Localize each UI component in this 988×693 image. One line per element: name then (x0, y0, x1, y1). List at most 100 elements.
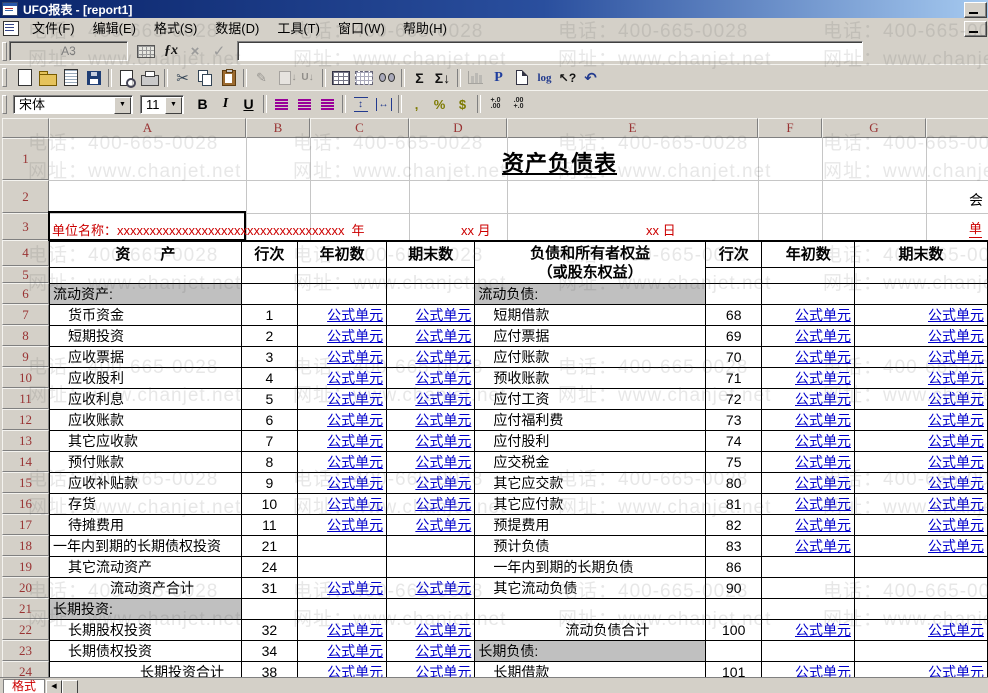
liability-item-cell[interactable]: 一年内到期的长期负债 (474, 556, 706, 578)
minimize-button[interactable] (964, 2, 987, 18)
context-help-icon[interactable]: ↖? (556, 67, 579, 88)
asset-item-cell[interactable]: 一年内到期的长期债权投资 (49, 535, 242, 557)
menu-item-format[interactable]: 格式(S) (145, 16, 206, 40)
header-empty-cell[interactable] (704, 267, 763, 284)
asset-end-cell[interactable]: 公式单元 (386, 640, 476, 662)
asset-begin-cell[interactable]: 公式单元 (297, 367, 388, 389)
asset-line-cell[interactable]: 32 (240, 619, 299, 641)
asset-end-cell[interactable] (386, 283, 476, 305)
liability-item-cell[interactable]: 应付票据 (474, 325, 706, 347)
paste-icon[interactable] (217, 67, 240, 88)
asset-end-cell[interactable]: 公式单元 (386, 367, 476, 389)
liability-line-cell[interactable]: 81 (704, 493, 763, 515)
row-header-19[interactable]: 19 (2, 556, 49, 577)
find-icon[interactable] (375, 67, 398, 88)
asset-item-cell[interactable]: 其它应收款 (49, 430, 242, 452)
row-header-2[interactable]: 2 (2, 180, 49, 213)
asset-line-cell[interactable]: 5 (240, 388, 299, 410)
liability-begin-cell[interactable] (761, 556, 855, 578)
asset-line-cell[interactable]: 8 (240, 451, 299, 473)
asset-end-cell[interactable]: 公式单元 (386, 493, 476, 515)
liability-line-cell[interactable] (704, 598, 763, 620)
asset-end-cell[interactable] (386, 598, 476, 620)
fit-width-icon[interactable]: ↔ (372, 94, 395, 115)
toolbar-grip[interactable] (2, 42, 7, 61)
chart-icon[interactable] (464, 67, 487, 88)
asset-line-cell[interactable]: 9 (240, 472, 299, 494)
row-header-18[interactable]: 18 (2, 535, 49, 556)
liability-item-cell[interactable]: 其它应付款 (474, 493, 706, 515)
liability-line-cell[interactable] (704, 640, 763, 662)
liability-line-cell[interactable]: 74 (704, 430, 763, 452)
row-header-21[interactable]: 21 (2, 598, 49, 619)
menu-item-help[interactable]: 帮助(H) (394, 16, 456, 40)
asset-end-cell[interactable]: 公式单元 (386, 430, 476, 452)
header-asset-cell[interactable]: 资 产 (49, 240, 242, 268)
row-header-13[interactable]: 13 (2, 430, 49, 451)
column-header-E[interactable]: E (507, 118, 758, 138)
liability-end-cell[interactable]: 公式单元 (854, 409, 988, 431)
liability-begin-cell[interactable]: 公式单元 (761, 493, 855, 515)
liability-item-cell[interactable]: 短期借款 (474, 304, 706, 326)
asset-begin-cell[interactable] (297, 556, 388, 578)
insert-table-icon[interactable] (329, 67, 352, 88)
row-header-17[interactable]: 17 (2, 514, 49, 535)
document-icon[interactable] (59, 67, 82, 88)
asset-end-cell[interactable]: 公式单元 (386, 304, 476, 326)
function-wizard-icon[interactable]: ƒx (161, 42, 181, 60)
asset-end-cell[interactable]: 公式单元 (386, 451, 476, 473)
liability-line-cell[interactable]: 68 (704, 304, 763, 326)
liability-end-cell[interactable] (854, 598, 988, 620)
asset-end-cell[interactable]: 公式单元 (386, 409, 476, 431)
chevron-down-icon[interactable]: ▼ (114, 96, 131, 114)
asset-line-cell[interactable]: 21 (240, 535, 299, 557)
row-header-23[interactable]: 23 (2, 640, 49, 661)
asset-item-cell[interactable]: 应收补贴款 (49, 472, 242, 494)
asset-begin-cell[interactable]: 公式单元 (297, 577, 388, 599)
header-empty-cell[interactable] (297, 267, 388, 284)
liability-item-cell[interactable]: 预计负债 (474, 535, 706, 557)
row-header-1[interactable]: 1 (2, 138, 49, 180)
liability-begin-cell[interactable]: 公式单元 (761, 472, 855, 494)
liability-item-cell[interactable]: 长期负债: (474, 640, 706, 662)
split-table-icon[interactable] (352, 67, 375, 88)
header-begin-cell[interactable]: 年初数 (761, 240, 855, 268)
liability-line-cell[interactable]: 83 (704, 535, 763, 557)
asset-line-cell[interactable]: 3 (240, 346, 299, 368)
asset-begin-cell[interactable]: 公式单元 (297, 304, 388, 326)
asset-begin-cell[interactable] (297, 535, 388, 557)
asset-end-cell[interactable]: 公式单元 (386, 619, 476, 641)
insert-row-icon[interactable] (273, 67, 297, 88)
asset-begin-cell[interactable]: 公式单元 (297, 430, 388, 452)
asset-item-cell[interactable]: 长期股权投资 (49, 619, 242, 641)
liability-begin-cell[interactable]: 公式单元 (761, 535, 855, 557)
liability-item-cell[interactable]: 应付股利 (474, 430, 706, 452)
menu-item-edit[interactable]: 编辑(E) (84, 16, 145, 40)
liability-end-cell[interactable]: 公式单元 (854, 388, 988, 410)
asset-begin-cell[interactable]: 公式单元 (297, 640, 388, 662)
liability-begin-cell[interactable]: 公式单元 (761, 388, 855, 410)
row-header-11[interactable]: 11 (2, 388, 49, 409)
asset-item-cell[interactable]: 流动资产: (49, 283, 242, 305)
asset-end-cell[interactable] (386, 556, 476, 578)
header-empty-cell[interactable] (240, 267, 299, 284)
asset-item-cell[interactable]: 存货 (49, 493, 242, 515)
precision-icon[interactable]: P (487, 67, 510, 88)
liability-line-cell[interactable] (704, 283, 763, 305)
liability-end-cell[interactable] (854, 283, 988, 305)
asset-line-cell[interactable]: 10 (240, 493, 299, 515)
row-header-14[interactable]: 14 (2, 451, 49, 472)
liability-item-cell[interactable]: 应付福利费 (474, 409, 706, 431)
row-header-9[interactable]: 9 (2, 346, 49, 367)
row-header-3[interactable]: 3 (2, 213, 49, 240)
asset-begin-cell[interactable]: 公式单元 (297, 346, 388, 368)
column-header-B[interactable]: B (246, 118, 310, 138)
liability-end-cell[interactable]: 公式单元 (854, 367, 988, 389)
save-icon[interactable] (82, 67, 105, 88)
liability-begin-cell[interactable]: 公式单元 (761, 346, 855, 368)
underline-icon[interactable]: U (237, 94, 260, 115)
liability-line-cell[interactable]: 75 (704, 451, 763, 473)
asset-item-cell[interactable]: 短期投资 (49, 325, 242, 347)
print-preview-icon[interactable] (115, 67, 138, 88)
liability-line-cell[interactable]: 80 (704, 472, 763, 494)
